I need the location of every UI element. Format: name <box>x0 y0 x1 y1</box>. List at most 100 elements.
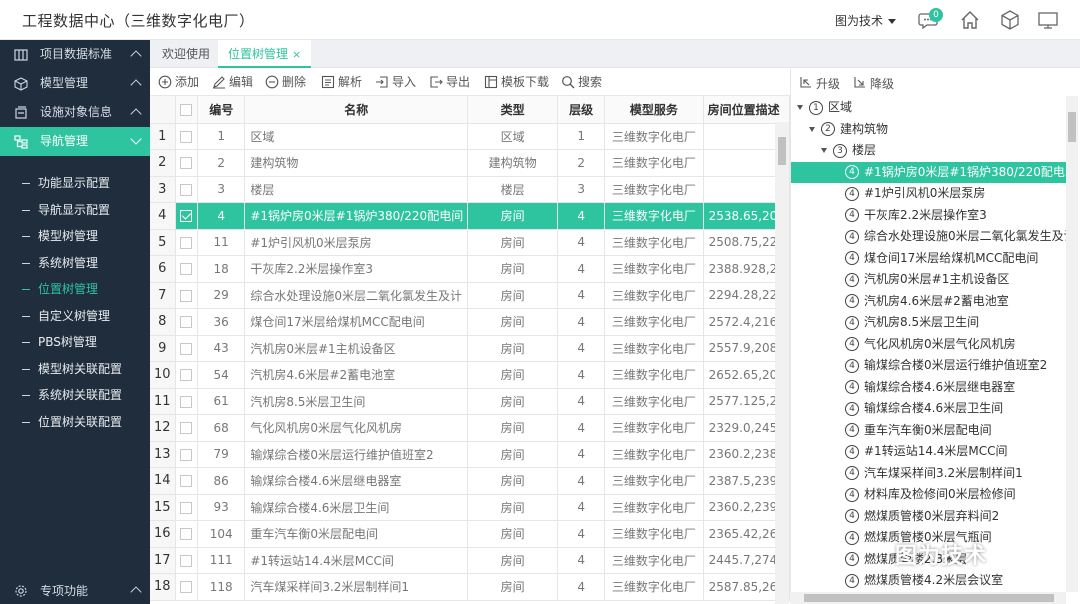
edit-button[interactable]: 编辑 <box>212 74 253 90</box>
tab-welcome[interactable]: 欢迎使用 <box>152 40 220 68</box>
column-header-room-description[interactable]: 房间位置描述 <box>703 96 790 124</box>
table-row[interactable]: 14 86 输煤综合楼4.6米层继电器室 房间 4 三维数字化电厂 2387.5,2397 <box>150 467 790 495</box>
tree-node[interactable]: 4 汽机房8.5米层卫生间 <box>790 312 1066 334</box>
user-menu[interactable]: 图为技术 <box>835 12 897 29</box>
column-header-name[interactable]: 名称 <box>244 96 469 124</box>
tree-node[interactable]: 3 楼层 <box>790 140 1066 162</box>
tree-node[interactable]: 4 输煤综合楼0米层运行维护值班室2 <box>790 355 1066 377</box>
tree-node[interactable]: 4 #1转运站14.4米层MCC间 <box>790 441 1066 463</box>
row-checkbox-cell[interactable] <box>175 573 199 601</box>
tree-node[interactable]: 4 煤仓间17米层给煤机MCC配电间 <box>790 248 1066 270</box>
row-checkbox-cell[interactable] <box>175 308 199 336</box>
select-all-header[interactable] <box>175 96 199 124</box>
sidebar-group-special-functions[interactable]: 专项功能 <box>0 578 150 604</box>
downgrade-button[interactable]: 降级 <box>853 75 894 92</box>
row-checkbox[interactable] <box>180 210 193 223</box>
row-checkbox[interactable] <box>180 475 193 488</box>
sidebar-group-model-management[interactable]: 模型管理 <box>0 69 150 98</box>
sidebar-item-model-tree[interactable]: 模型树管理 <box>0 223 150 250</box>
sidebar-item-model-tree-link[interactable]: 模型树关联配置 <box>0 356 150 383</box>
row-checkbox[interactable] <box>180 342 193 355</box>
tree-node[interactable]: 4 汽机房4.6米层#2蓄电池室 <box>790 291 1066 313</box>
scrollbar-thumb[interactable] <box>778 137 786 165</box>
table-row[interactable]: 7 29 综合水处理设施0米层二氧化氯发生及计 房间 4 三维数字化电厂 2294.28,2… <box>150 282 790 309</box>
row-checkbox[interactable] <box>180 581 193 594</box>
export-button[interactable]: 导出 <box>429 74 470 90</box>
sidebar-item-system-tree-link[interactable]: 系统树关联配置 <box>0 382 150 409</box>
tree-node[interactable]: 4 燃煤质管楼4.2米层会议室 <box>790 570 1066 592</box>
row-checkbox[interactable] <box>180 395 193 408</box>
table-row[interactable]: 17 111 #1转运站14.4米层MCC间 房间 4 三维数字化电厂 2445.7,274… <box>150 547 790 574</box>
tree-node[interactable]: 4 #1锅炉房0米层#1锅炉380/220配电间 <box>791 161 1066 183</box>
column-header-type[interactable]: 类型 <box>467 96 559 124</box>
sidebar-group-facility-info[interactable]: 设施对象信息 <box>0 98 150 127</box>
row-checkbox-cell[interactable] <box>175 255 199 283</box>
delete-button[interactable]: 删除 <box>265 74 306 90</box>
tree-horizontal-scrollbar[interactable] <box>790 592 1066 604</box>
sidebar-item-location-tree[interactable]: 位置树管理 <box>0 276 150 303</box>
row-checkbox-cell[interactable] <box>175 520 199 548</box>
table-row[interactable]: 12 68 气化风机房0米层气化风机房 房间 4 三维数字化电厂 2329.0,2458 <box>150 414 790 442</box>
row-checkbox[interactable] <box>180 183 193 196</box>
close-icon[interactable]: × <box>292 48 301 61</box>
row-checkbox-cell[interactable] <box>175 149 199 177</box>
row-checkbox[interactable] <box>180 501 193 514</box>
row-checkbox[interactable] <box>180 157 193 170</box>
tree-node[interactable]: 4 综合水处理设施0米层二氧化氯发生及计 <box>790 226 1066 248</box>
table-row[interactable]: 18 118 汽车煤采样间3.2米层制样间1 房间 4 三维数字化电厂 2587.85,26… <box>150 573 790 601</box>
sidebar-item-pbs-tree[interactable]: PBS树管理 <box>0 329 150 356</box>
row-checkbox-cell[interactable] <box>175 176 199 203</box>
row-checkbox-cell[interactable] <box>175 414 199 442</box>
table-row[interactable]: 2 2 建构筑物 建构筑物 2 三维数字化电厂 <box>150 149 790 177</box>
row-checkbox[interactable] <box>180 448 193 461</box>
import-button[interactable]: 导入 <box>375 74 416 90</box>
row-checkbox-cell[interactable] <box>175 547 199 574</box>
row-checkbox[interactable] <box>180 289 193 302</box>
scrollbar-thumb[interactable] <box>1068 112 1076 142</box>
row-checkbox[interactable] <box>180 528 193 541</box>
tree-node[interactable]: 4 干灰库2.2米层操作室3 <box>790 205 1066 227</box>
table-row[interactable]: 3 3 楼层 楼层 3 三维数字化电厂 <box>150 176 790 203</box>
add-button[interactable]: 添加 <box>158 74 199 90</box>
tree-node[interactable]: 4 汽车煤采样间3.2米层制样间1 <box>790 463 1066 485</box>
tab-location-tree[interactable]: 位置树管理 × <box>218 40 312 68</box>
sidebar-group-navigation[interactable]: 导航管理 <box>0 127 150 156</box>
table-row[interactable]: 9 43 汽机房0米层#1主机设备区 房间 4 三维数字化电厂 2557.9,2084 <box>150 335 790 362</box>
expand-triangle-icon[interactable] <box>809 126 815 132</box>
sidebar-item-function-display[interactable]: 功能显示配置 <box>0 170 150 197</box>
tree-node[interactable]: 4 气化风机房0米层气化风机房 <box>790 334 1066 356</box>
table-vertical-scrollbar[interactable] <box>775 122 789 604</box>
table-row[interactable]: 16 104 重车汽车衡0米层配电间 房间 4 三维数字化电厂 2365.42,260 <box>150 520 790 548</box>
home-icon[interactable] <box>959 9 981 31</box>
row-checkbox-cell[interactable] <box>175 494 199 521</box>
row-checkbox[interactable] <box>180 263 193 276</box>
sidebar-group-project-standards[interactable]: 项目数据标准 <box>0 40 150 69</box>
tree-vertical-scrollbar[interactable] <box>1066 96 1078 592</box>
table-row[interactable]: 1 1 区域 区域 1 三维数字化电厂 <box>150 123 790 150</box>
row-checkbox-cell[interactable] <box>175 282 199 309</box>
column-header-level[interactable]: 层级 <box>557 96 606 124</box>
row-checkbox-cell[interactable] <box>175 229 199 256</box>
tree-node[interactable]: 2 建构筑物 <box>790 119 1066 141</box>
3d-cube-icon[interactable] <box>999 9 1021 31</box>
expand-triangle-icon[interactable] <box>797 105 803 110</box>
monitor-icon[interactable] <box>1037 9 1059 31</box>
tree-node[interactable]: 4 输煤综合楼4.6米层继电器室 <box>790 377 1066 399</box>
sidebar-item-navigation-display[interactable]: 导航显示配置 <box>0 197 150 224</box>
table-row[interactable]: 8 36 煤仓间17米层给煤机MCC配电间 房间 4 三维数字化电厂 2572.4,2161 <box>150 308 790 336</box>
column-header-model-service[interactable]: 模型服务 <box>604 96 704 124</box>
row-checkbox-cell[interactable] <box>175 441 199 468</box>
template-download-button[interactable]: 模板下载 <box>484 74 549 90</box>
upgrade-button[interactable]: 升级 <box>799 75 840 92</box>
table-row[interactable]: 11 61 汽机房8.5米层卫生间 房间 4 三维数字化电厂 2577.125,20 <box>150 388 790 415</box>
tree-node[interactable]: 4 材料库及检修间0米层检修间 <box>790 484 1066 506</box>
sidebar-item-location-tree-link[interactable]: 位置树关联配置 <box>0 409 150 436</box>
row-checkbox-cell[interactable] <box>175 202 199 230</box>
row-checkbox-cell[interactable] <box>175 335 199 362</box>
scrollbar-thumb[interactable] <box>804 594 1054 602</box>
tree-node[interactable]: 4 输煤综合楼4.6米层卫生间 <box>790 398 1066 420</box>
row-checkbox[interactable] <box>180 316 193 329</box>
table-row[interactable]: 13 79 输煤综合楼0米层运行维护值班室2 房间 4 三维数字化电厂 2360.2,238… <box>150 441 790 468</box>
column-header-id[interactable]: 编号 <box>197 96 246 124</box>
table-row[interactable]: 5 11 #1炉引风机0米层泵房 房间 4 三维数字化电厂 2508.75,222 <box>150 229 790 256</box>
